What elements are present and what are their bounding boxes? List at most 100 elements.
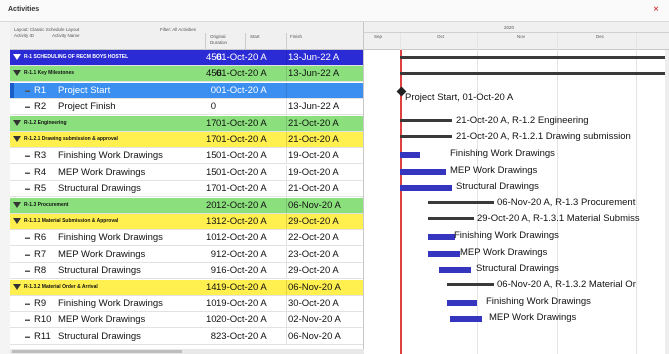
timescale-month: Sep bbox=[374, 34, 383, 39]
original-duration: 9 bbox=[210, 265, 216, 277]
activity-bar[interactable] bbox=[400, 152, 420, 159]
activity-id: R2 bbox=[34, 101, 47, 113]
col-header-start[interactable]: Start bbox=[250, 34, 260, 39]
finish-date: 22-Oct-20 A bbox=[288, 232, 339, 244]
wbs-row[interactable]: R-1.2.1 Drawing submission & approval 17 0… bbox=[10, 132, 363, 148]
activity-id: R7 bbox=[34, 248, 47, 260]
start-date: 01-Oct-20 A bbox=[216, 117, 267, 129]
table-row[interactable]: ▬ R6 Finishing Work Drawings 10 12-Oct-20 A 2… bbox=[10, 230, 363, 247]
activity-type-icon: ▬ bbox=[25, 104, 30, 111]
wbs-row[interactable]: R-1.3 Procurement 20 12-Oct-20 A 06-Nov-20 … bbox=[10, 197, 363, 214]
wbs-summary-bar[interactable] bbox=[400, 118, 452, 122]
activity-type-icon: ▬ bbox=[25, 317, 30, 324]
activity-id: R1 bbox=[34, 84, 47, 96]
activity-name: Project Start bbox=[58, 84, 111, 96]
activity-name: Finishing Work Drawings bbox=[58, 232, 163, 244]
activity-name: MEP Work Drawings bbox=[58, 166, 146, 178]
table-row[interactable]: ▬ R7 MEP Work Drawings 9 12-Oct-20 A 23-Oct-2… bbox=[10, 246, 363, 263]
activity-bar[interactable] bbox=[400, 185, 452, 192]
table-row[interactable]: ▬ R11 Structural Drawings 8 23-Oct-20 A 06-No… bbox=[10, 328, 363, 345]
project-summary-bar[interactable] bbox=[400, 56, 665, 59]
gantt-bar-label: 06-Nov-20 A, R-1.3 Procurement bbox=[497, 196, 636, 208]
col-header-duration[interactable]: Original Duration bbox=[210, 34, 236, 46]
gantt-bar-label: Finishing Work Drawings bbox=[450, 148, 555, 160]
start-date: 12-Oct-20 A bbox=[216, 199, 267, 211]
layout-label: Layout: Classic Schedule Layout bbox=[14, 27, 80, 32]
table-row[interactable]: ▬ R1 Project Start 0 01-Oct-20 A bbox=[10, 82, 363, 99]
activity-name: R-1.3 Procurement bbox=[24, 201, 69, 208]
finish-date: 29-Oct-20 A bbox=[288, 265, 339, 277]
table-row[interactable]: ▬ R3 Finishing Work Drawings 15 01-Oct-20 A 1… bbox=[10, 148, 363, 165]
collapse-toggle-icon[interactable] bbox=[13, 218, 21, 224]
start-date: 01-Oct-20 A bbox=[216, 84, 267, 96]
activity-bar[interactable] bbox=[400, 168, 446, 175]
timescale-year: 2020 bbox=[504, 25, 515, 30]
activity-type-icon: ▬ bbox=[25, 87, 30, 94]
activity-name: Structural Drawings bbox=[58, 330, 141, 342]
col-header-finish[interactable]: Finish bbox=[290, 34, 302, 39]
original-duration: 17 bbox=[206, 183, 217, 195]
activity-name: MEP Work Drawings bbox=[58, 314, 146, 326]
finish-date: 21-Oct-20 A bbox=[288, 117, 339, 129]
col-header-activity-id[interactable]: Activity ID bbox=[14, 33, 34, 38]
activity-bar[interactable] bbox=[447, 300, 477, 306]
collapse-toggle-icon[interactable] bbox=[13, 54, 21, 60]
activity-name: MEP Work Drawings bbox=[58, 248, 146, 260]
activity-id: R4 bbox=[34, 166, 47, 178]
wbs-row[interactable]: R-1.3.1 Material Submission & Approval 13… bbox=[10, 214, 363, 230]
table-horizontal-scrollbar[interactable] bbox=[10, 349, 364, 354]
collapse-toggle-icon[interactable] bbox=[13, 119, 21, 126]
original-duration: 14 bbox=[206, 281, 217, 293]
wbs-summary-bar[interactable] bbox=[400, 72, 665, 76]
wbs-row[interactable]: R-1.2 Engineering 17 01-Oct-20 A 21-Oct-20 … bbox=[10, 115, 363, 132]
original-duration: 10 bbox=[206, 232, 217, 244]
gantt-vertical-scrollbar[interactable] bbox=[665, 50, 669, 354]
activity-name: Project Finish bbox=[58, 101, 116, 113]
activity-type-icon: ▬ bbox=[25, 235, 30, 242]
gantt-bar-label: Structural Drawings bbox=[456, 181, 539, 193]
gantt-bar-label: 21-Oct-20 A, R-1.2 Engineering bbox=[456, 114, 589, 126]
start-date: 01-Oct-20 A bbox=[216, 166, 267, 178]
wbs-row[interactable]: R-1.3.2 Material Order & Arrival 14 19-Oct… bbox=[10, 279, 363, 296]
window-titlebar: Activities × bbox=[0, 0, 669, 22]
wbs-summary-bar[interactable] bbox=[400, 135, 452, 138]
activity-bar[interactable] bbox=[428, 250, 460, 257]
finish-date: 02-Nov-20 A bbox=[288, 314, 341, 326]
table-row[interactable]: ▬ R4 MEP Work Drawings 15 01-Oct-20 A 19-Oct-… bbox=[10, 164, 363, 181]
original-duration: 9 bbox=[210, 248, 216, 260]
wbs-summary-bar[interactable] bbox=[447, 282, 494, 286]
col-header-activity-name[interactable]: Activity Name bbox=[52, 33, 80, 38]
collapse-toggle-icon[interactable] bbox=[13, 201, 21, 208]
table-row[interactable]: ▬ R8 Structural Drawings 9 16-Oct-20 A 29-Oct… bbox=[10, 263, 363, 280]
activity-bar[interactable] bbox=[439, 267, 471, 274]
activity-name: R-1.2.1 Drawing submission & approval bbox=[24, 136, 118, 142]
table-row[interactable]: ▬ R2 Project Finish 0 13-Jun-22 A bbox=[10, 99, 363, 116]
finish-date: 21-Oct-20 A bbox=[288, 134, 339, 145]
table-row[interactable]: ▬ R5 Structural Drawings 17 01-Oct-20 A 21-Oc… bbox=[10, 181, 363, 198]
activity-name: Finishing Work Drawings bbox=[58, 298, 163, 309]
original-duration: 0 bbox=[210, 84, 216, 96]
collapse-toggle-icon[interactable] bbox=[13, 283, 21, 290]
start-date: 01-Oct-20 A bbox=[216, 68, 267, 80]
wbs-summary-bar[interactable] bbox=[428, 217, 474, 220]
activity-type-icon: ▬ bbox=[25, 301, 30, 307]
activity-name: Structural Drawings bbox=[58, 183, 141, 195]
finish-date: 06-Nov-20 A bbox=[288, 330, 341, 342]
window-title: Activities bbox=[8, 6, 40, 13]
table-row[interactable]: ▬ R10 MEP Work Drawings 10 20-Oct-20 A 02-Nov… bbox=[10, 312, 363, 329]
activity-bar[interactable] bbox=[450, 316, 482, 323]
original-duration: 456 bbox=[206, 68, 222, 80]
filter-label: Filter: All Activities bbox=[160, 27, 197, 32]
wbs-summary-bar[interactable] bbox=[428, 200, 494, 204]
wbs-row[interactable]: R-1.1 Key Milestones 456 01-Oct-20 A 13-Jun… bbox=[10, 66, 363, 83]
activity-id: R5 bbox=[34, 183, 47, 195]
collapse-toggle-icon[interactable] bbox=[13, 136, 21, 142]
table-header: Layout: Classic Schedule Layout Filter: … bbox=[10, 22, 363, 50]
wbs-row[interactable]: R-1 SCHEDULING OF RECM BOYS HOSTEL 456 01-… bbox=[10, 50, 363, 66]
activity-bar[interactable] bbox=[428, 234, 455, 241]
start-date: 01-Oct-20 A bbox=[216, 183, 267, 195]
table-row[interactable]: ▬ R9 Finishing Work Drawings 10 19-Oct-20 A 3… bbox=[10, 296, 363, 312]
collapse-toggle-icon[interactable] bbox=[13, 70, 21, 77]
close-icon[interactable]: × bbox=[649, 3, 663, 17]
original-duration: 20 bbox=[206, 199, 217, 211]
